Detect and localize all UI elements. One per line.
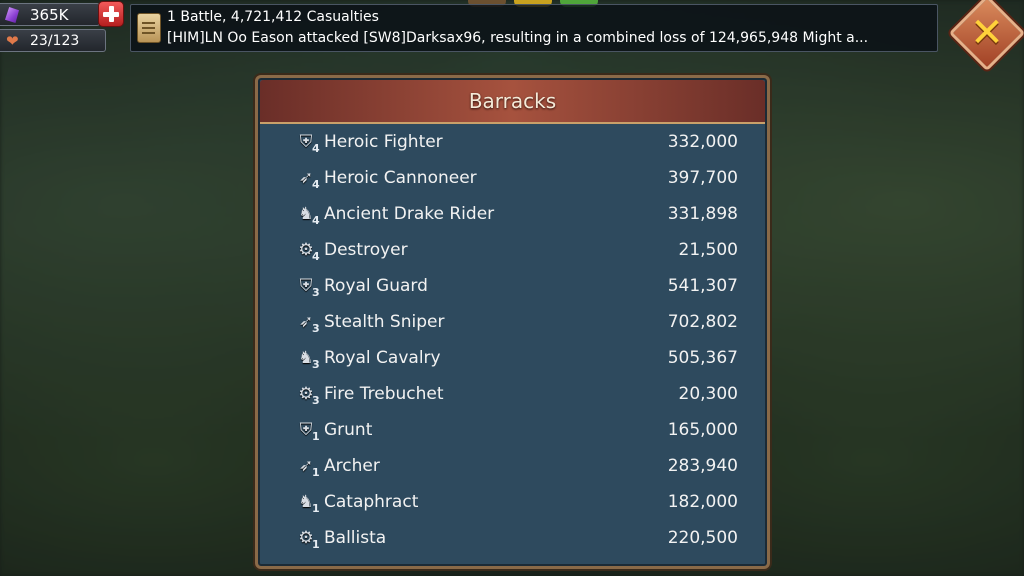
- troop-row: ⛨ 1 Grunt 165,000: [296, 413, 738, 449]
- gems-counter: 365K: [0, 3, 100, 26]
- panel-title: Barracks: [468, 89, 557, 113]
- troop-tier: 3: [312, 322, 320, 335]
- troop-tier: 1: [312, 502, 320, 515]
- heart-icon: ❤: [6, 32, 19, 50]
- troop-count: 165,000: [667, 420, 738, 440]
- close-icon[interactable]: ✕: [960, 6, 1014, 60]
- battle-news-ticker[interactable]: 1 Battle, 4,721,412 Casualties [HIM]LN O…: [130, 4, 938, 52]
- troop-row: ⚙ 1 Ballista 220,500: [296, 521, 738, 557]
- ticker-headline: 1 Battle, 4,721,412 Casualties: [167, 9, 379, 25]
- scroll-icon: [137, 13, 161, 43]
- troop-row: ➶ 1 Archer 283,940: [296, 449, 738, 485]
- troop-row: ♞ 1 Cataphract 182,000: [296, 485, 738, 521]
- gem-icon: [5, 7, 19, 23]
- troop-row: ⚙ 4 Destroyer 21,500: [296, 233, 738, 269]
- troop-tier: 1: [312, 430, 320, 443]
- troop-count: 702,802: [667, 312, 738, 332]
- add-gems-button[interactable]: [98, 1, 124, 27]
- troop-name: Destroyer: [324, 240, 408, 260]
- ticker-message: [HIM]LN Oo Eason attacked [SW8]Darksax96…: [167, 30, 869, 46]
- troop-count: 331,898: [667, 204, 738, 224]
- troop-count: 283,940: [667, 456, 738, 476]
- troop-count: 220,500: [667, 528, 738, 548]
- troop-name: Royal Cavalry: [324, 348, 441, 368]
- panel-header: Barracks: [260, 80, 765, 124]
- troop-name: Ballista: [324, 528, 387, 548]
- troop-count: 505,367: [667, 348, 738, 368]
- troop-name: Grunt: [324, 420, 373, 440]
- troop-row: ♞ 4 Ancient Drake Rider 331,898: [296, 197, 738, 233]
- troop-count: 397,700: [667, 168, 738, 188]
- troop-count: 541,307: [667, 276, 738, 296]
- troop-count: 182,000: [667, 492, 738, 512]
- troop-name: Heroic Fighter: [324, 132, 443, 152]
- troop-list: ⛨ 4 Heroic Fighter 332,000 ➶ 4 Heroic Ca…: [296, 125, 738, 557]
- troop-name: Heroic Cannoneer: [324, 168, 477, 188]
- troop-name: Stealth Sniper: [324, 312, 445, 332]
- stamina-counter: ❤ 23/123: [0, 29, 106, 52]
- stamina-amount: 23/123: [30, 33, 80, 49]
- troop-count: 21,500: [678, 240, 738, 260]
- troop-name: Royal Guard: [324, 276, 428, 296]
- troop-tier: 4: [312, 250, 320, 263]
- troop-tier: 4: [312, 178, 320, 191]
- troop-name: Archer: [324, 456, 380, 476]
- troop-row: ➶ 3 Stealth Sniper 702,802: [296, 305, 738, 341]
- troop-name: Cataphract: [324, 492, 419, 512]
- troop-row: ➶ 4 Heroic Cannoneer 397,700: [296, 161, 738, 197]
- troop-tier: 3: [312, 286, 320, 299]
- troop-tier: 4: [312, 142, 320, 155]
- troop-tier: 3: [312, 394, 320, 407]
- troop-row: ⛨ 4 Heroic Fighter 332,000: [296, 125, 738, 161]
- troop-tier: 4: [312, 214, 320, 227]
- troop-name: Fire Trebuchet: [324, 384, 444, 404]
- gems-amount: 365K: [30, 6, 69, 24]
- troop-name: Ancient Drake Rider: [324, 204, 495, 224]
- troop-count: 20,300: [678, 384, 738, 404]
- barracks-panel: Barracks ⛨ 4 Heroic Fighter 332,000 ➶ 4 …: [255, 75, 770, 569]
- troop-row: ⚙ 3 Fire Trebuchet 20,300: [296, 377, 738, 413]
- troop-count: 332,000: [667, 132, 738, 152]
- troop-tier: 3: [312, 358, 320, 371]
- troop-row: ⛨ 3 Royal Guard 541,307: [296, 269, 738, 305]
- troop-tier: 1: [312, 538, 320, 551]
- troop-row: ♞ 3 Royal Cavalry 505,367: [296, 341, 738, 377]
- troop-tier: 1: [312, 466, 320, 479]
